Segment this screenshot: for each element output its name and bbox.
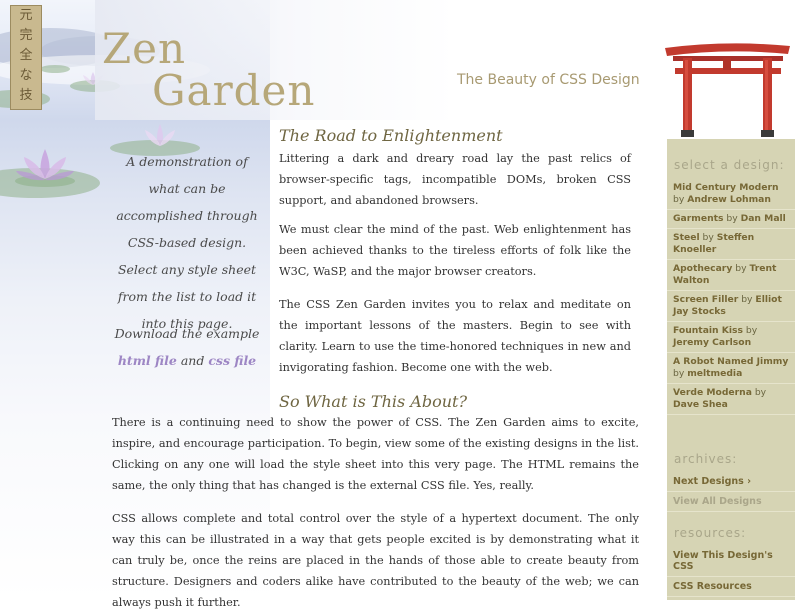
design-name[interactable]: A Robot Named Jimmy [673,356,788,367]
archives-list: Next Designs › View All Designs [667,472,795,512]
design-name[interactable]: Verde Moderna [673,387,752,398]
next-designs-link[interactable]: Next Designs › [667,472,795,492]
logo-garden: Garden [152,66,316,115]
html-file-link[interactable]: html file [118,353,177,368]
chinese-seal-stamp: 元 完 全 な 技 [10,5,42,110]
design-list-item[interactable]: Garments by Dan Mall [667,210,795,229]
torii-gate-icon [665,43,790,137]
design-name[interactable]: Steel [673,232,700,243]
css-resources-link[interactable]: CSS Resources [667,577,795,597]
design-name[interactable]: Garments [673,213,723,224]
download-links: Download the example html file and css f… [112,320,262,374]
resources-list: View This Design's CSS CSS Resources [667,546,795,597]
select-design-title: select a design: [674,158,785,172]
archives-title: archives: [674,452,738,466]
design-name[interactable]: Fountain Kiss [673,325,743,336]
design-author[interactable]: Jeremy Carlson [673,337,751,348]
resources-title: resources: [674,526,747,540]
design-author[interactable]: Dan Mall [741,213,786,224]
about-paragraph-1: There is a continuing need to show the p… [112,416,639,492]
design-sidebar: select a design: Mid Century Modern by A… [667,139,795,600]
by-text: by [673,194,685,205]
design-author[interactable]: Dave Shea [673,399,728,410]
design-author[interactable]: Andrew Lohman [687,194,771,205]
seal-char: 元 [19,8,33,23]
design-list-item[interactable]: A Robot Named Jimmy by meltmedia [667,353,795,384]
by-text: by [726,213,738,224]
intro-summary: A demonstration of what can be accomplis… [112,148,262,337]
by-text: by [745,325,758,336]
design-list-item[interactable]: Screen Filler by Elliot Jay Stocks [667,291,795,322]
design-name[interactable]: Screen Filler [673,294,738,305]
road-paragraph-3: The CSS Zen Garden invites you to relax … [279,298,631,374]
road-paragraph-1: Littering a dark and dreary road lay the… [279,152,631,207]
about-paragraph-2: CSS allows complete and total control ov… [112,512,639,609]
design-list-item[interactable]: Mid Century Modern by Andrew Lohman [667,179,795,210]
road-heading: The Road to Enlightenment [279,126,503,145]
by-text: by [741,294,753,305]
design-list-item[interactable]: Verde Moderna by Dave Shea [667,384,795,415]
by-text: by [754,387,767,398]
seal-char: な [19,68,33,83]
seal-char: 完 [19,28,33,43]
design-name[interactable]: Apothecary [673,263,732,274]
design-list: Mid Century Modern by Andrew Lohman Garm… [667,179,795,415]
about-heading: So What is This About? [279,392,468,411]
and-text: and [180,353,205,368]
view-all-designs-link[interactable]: View All Designs [667,492,795,512]
seal-char: 技 [19,88,33,103]
lilypad [40,65,70,73]
design-list-item[interactable]: Apothecary by Trent Walton [667,260,795,291]
site-tagline: The Beauty of CSS Design [457,72,640,88]
lotus-flower-icon [15,149,75,187]
road-paragraph-2: We must clear the mind of the past. Web … [279,223,631,278]
intro-text: A demonstration of what can be accomplis… [116,154,258,331]
download-prefix: Download the example [114,326,260,341]
design-name[interactable]: Mid Century Modern [673,182,779,193]
css-file-link[interactable]: css file [208,353,256,368]
view-design-css-link[interactable]: View This Design's CSS [667,546,795,577]
by-text: by [735,263,747,274]
seal-char: 全 [19,48,33,63]
design-author[interactable]: meltmedia [687,368,742,379]
design-list-item[interactable]: Steel by Steffen Knoeller [667,229,795,260]
by-text: by [702,232,714,243]
design-list-item[interactable]: Fountain Kiss by Jeremy Carlson [667,322,795,353]
by-text: by [673,368,685,379]
